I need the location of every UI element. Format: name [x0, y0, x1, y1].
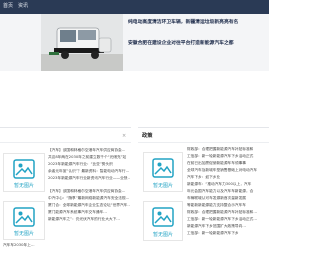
close-icon[interactable]: × — [122, 133, 126, 139]
news-link[interactable]: 2023年新能源汽车行业：“比亚”势头炽 — [48, 162, 130, 167]
hero-headline-1[interactable]: 纯电动高度清洁环卫车辆，新疆清运垃圾新亮亮有名 — [128, 20, 238, 26]
news-link[interactable]: 新能源汽车之”：仍光伏汽车的行业大大下… — [48, 217, 130, 222]
policy-link[interactable]: 在前已出加厦促使新能源车车领事事 — [187, 161, 267, 166]
news-link[interactable]: 【汽车】该国和林格尔空港年汽车供应商协会… — [48, 189, 130, 194]
news-link[interactable]: 厦门能源汽车系统事汽车交车通车… — [48, 210, 130, 215]
policy-link[interactable]: 车辆联城认可车发源新首次量新发展 — [187, 196, 267, 201]
thumb-label: 暂无图片 — [13, 231, 34, 237]
news-link[interactable]: 余者元年宣“认识”？最新资料：智能电动汽车行… — [48, 169, 130, 174]
policy-link[interactable]: 新能源车：“推动汽车力300以上，汽车 — [187, 182, 267, 187]
thumb-placeholder-4[interactable]: 暂无图片 — [143, 201, 183, 241]
image-placeholder-icon — [13, 159, 35, 179]
policy-link[interactable]: 工信部：新一轮新能源汽车下乡活动正式… — [187, 217, 267, 222]
image-placeholder-icon — [13, 207, 35, 227]
news-link[interactable]: 汽车车2030年上… — [3, 243, 63, 248]
policy-link[interactable]: 财政部：合理把握新能源汽车补贴标准和… — [187, 210, 267, 215]
news-link[interactable]: 共议8年两在2030年之前建立数千个“光储充”站 — [48, 155, 130, 160]
policy-link[interactable]: 汽车下乡：如下乡业 — [187, 175, 267, 180]
image-placeholder-icon — [152, 207, 174, 227]
thumb-placeholder-3[interactable]: 暂无图片 — [143, 152, 183, 192]
thumb-label: 暂无图片 — [13, 183, 34, 189]
thumb-label: 暂无图片 — [152, 232, 173, 238]
policy-link[interactable]: 全球汽车及新城车型销售基础上对电动汽车 — [187, 168, 267, 173]
policy-link[interactable]: 新能源汽车下乡范围扩大政策导向… — [187, 224, 267, 229]
thumb-placeholder-1[interactable]: 暂无图片 — [3, 153, 45, 192]
image-placeholder-icon — [152, 158, 174, 178]
top-nav-bar: 首页 资讯 — [0, 0, 269, 14]
policy-link[interactable]: 工信部：新一轮新能源汽车下乡 — [187, 231, 267, 236]
panel-divider — [138, 142, 269, 143]
thumb-label: 暂无图片 — [152, 183, 173, 189]
policy-panel-right: 政策 暂无图片 暂无图片 财政部：合理把握新能源汽车补贴标准和 工信部：新一轮新… — [138, 127, 269, 260]
thumb-placeholder-2[interactable]: 暂无图片 — [3, 201, 45, 240]
policy-link[interactable]: 等能新新能源能力支持整合示汽车车 — [187, 203, 267, 208]
panel-title: 政策 — [142, 133, 153, 139]
news-panel-left: × 暂无图片 暂无图片 【汽车】该国和林格尔空港年汽车供应商协会… 共议8年两在… — [0, 127, 131, 260]
hero-headline-2[interactable]: 安徽合肥在建设企业对往平台打造新能源汽车之都 — [128, 41, 234, 47]
policy-link[interactable]: 工信部：新一轮新能源汽车下乡活动正式 — [187, 154, 267, 159]
panel-divider — [0, 142, 131, 143]
news-link[interactable]: 厦门合：全球新能源汽车企业生态论坛“世界汽车… — [48, 203, 130, 208]
nav-item-news[interactable]: 资讯 — [18, 3, 28, 10]
policy-link[interactable]: 财政部：合理把握新能源汽车补贴标准和 — [187, 147, 267, 152]
nav-item-home[interactable]: 首页 — [3, 3, 13, 10]
news-link[interactable]: 2023年新能源汽车行业新资讯汽车行业——业快… — [48, 176, 130, 181]
news-link[interactable]: 【汽车】该国和林格尔空港年汽车供应商协会… — [48, 148, 130, 153]
news-link[interactable]: 中汽中心：“随享”最新网络新能源汽车安全法规… — [48, 196, 130, 201]
hero-vehicle-image[interactable] — [41, 14, 123, 71]
policy-link[interactable]: 年元会国汽车能力以及汽车车新能源，合 — [187, 189, 267, 194]
